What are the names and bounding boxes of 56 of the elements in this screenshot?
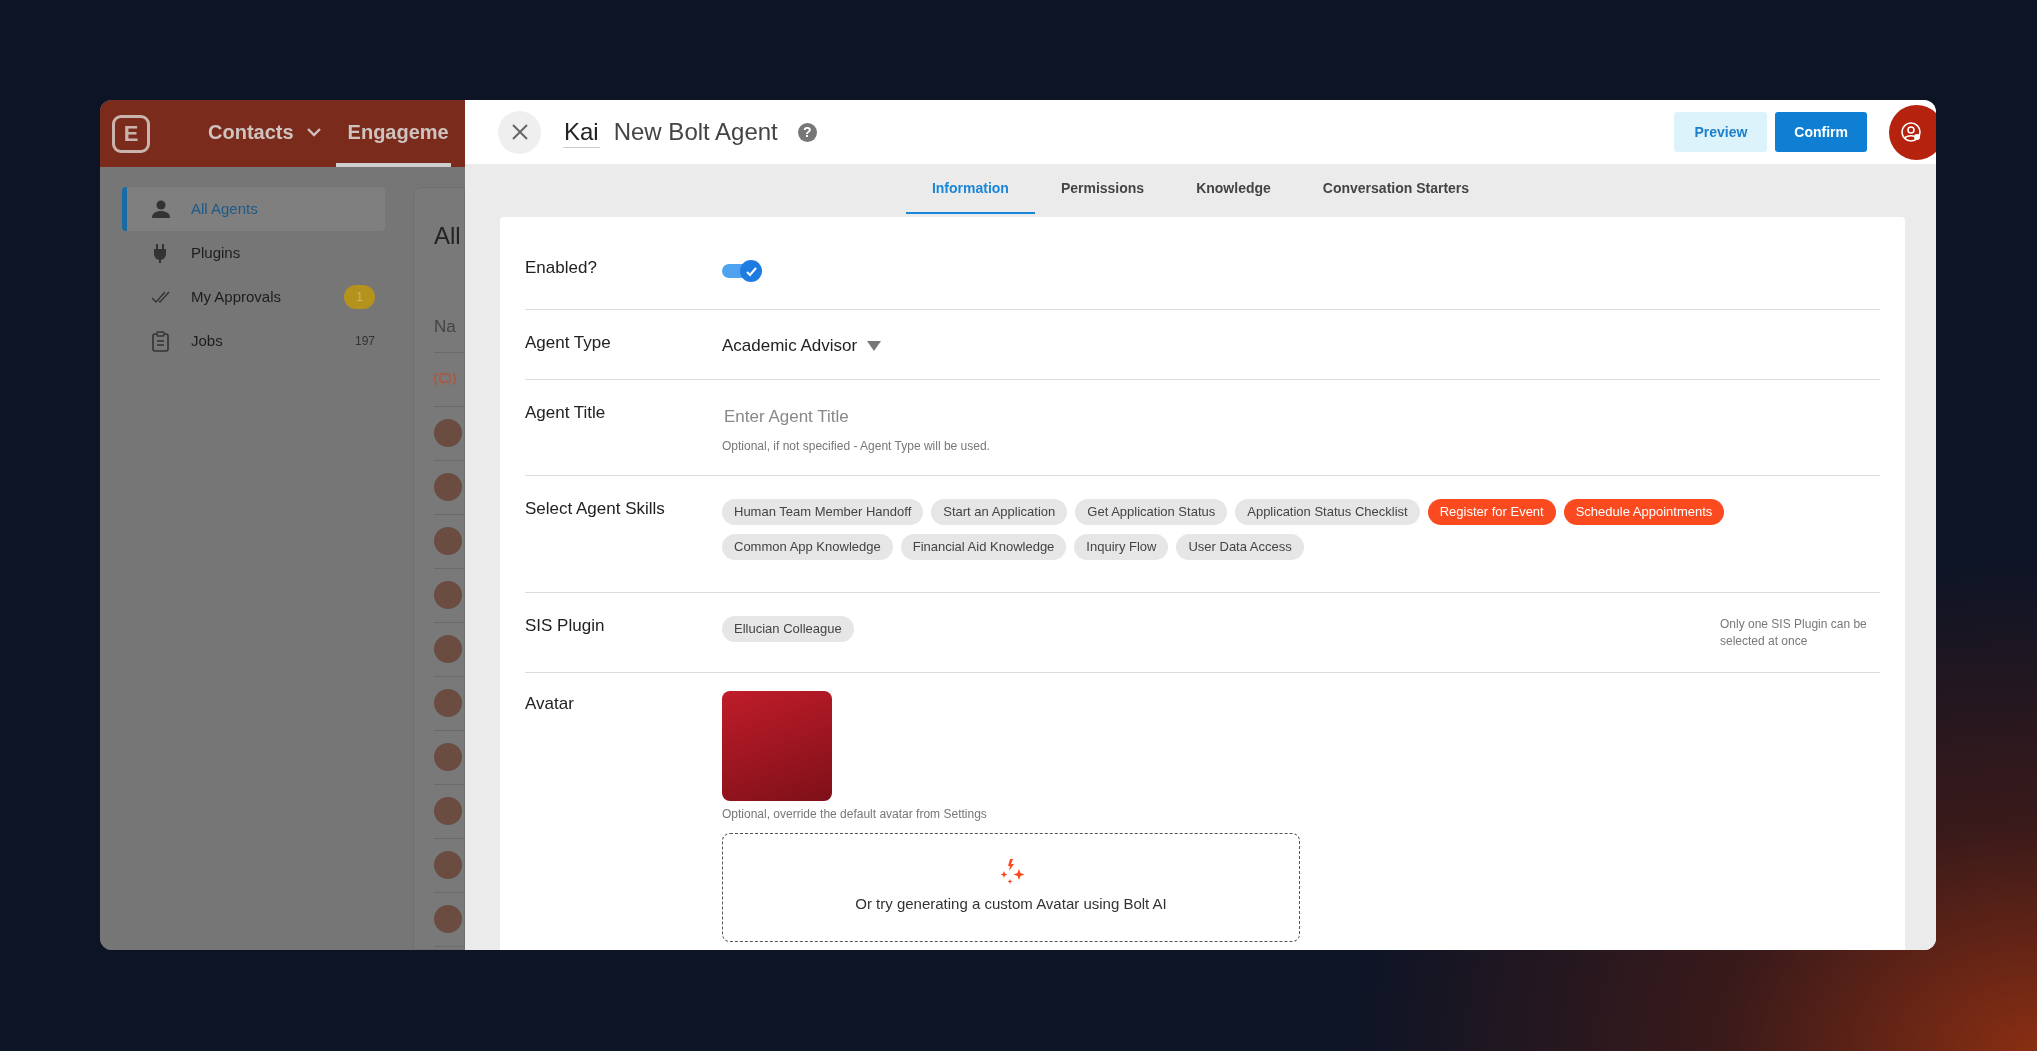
skill-chip[interactable]: Start an Application [931,499,1068,525]
avatar-placeholder [434,419,462,447]
tab[interactable]: Permissions [1034,164,1171,214]
user-gear-icon [1899,121,1922,143]
sidebar-item[interactable]: Jobs 197 [122,319,385,363]
field-note: Only one SIS Plugin can be selected at once [1720,616,1868,650]
field-hint: Optional, if not specified - Agent Type will be used. [722,438,991,455]
profile-button[interactable] [1889,104,1936,160]
toggle-switch[interactable] [722,260,762,282]
help-button[interactable]: ? [797,122,817,142]
skill-chip[interactable]: Common App Knowledge [722,534,893,560]
avatar-placeholder [434,797,462,825]
sidebar-item[interactable]: My Approvals 1 [122,275,385,319]
avatar-placeholder [434,527,462,555]
avatar-placeholder [434,581,462,609]
agent-type-dropdown[interactable]: Academic Advisor [722,333,882,359]
avatar-placeholder [434,689,462,717]
field-label: Agent Type [525,332,612,354]
skill-chip[interactable]: Ellucian Colleague [722,616,854,642]
tab[interactable]: Conversation Starters [1296,164,1496,214]
close-icon [510,123,529,141]
skill-chip[interactable]: Financial Aid Knowledge [900,534,1067,560]
field-label: Avatar [525,692,575,715]
person-icon [151,198,171,220]
agent-name-field[interactable]: Kai [563,116,600,148]
field-label: Enabled? [525,257,598,279]
skill-chip[interactable]: Get Application Status [1075,499,1228,525]
field-label: Select Agent Skills [525,498,666,520]
skill-chip[interactable]: User Data Access [1176,534,1304,560]
check-icon [744,265,758,277]
skill-chip[interactable]: Human Team Member Handoff [722,499,924,525]
generate-avatar-button[interactable]: Or try generating a custom Avatar using Bolt AI [722,832,1300,942]
caret-down-icon [867,340,882,351]
field-label: SIS Plugin [525,615,606,637]
sidebar-item[interactable]: Plugins [122,231,385,275]
count-badge: 1 [344,285,375,309]
close-button[interactable] [498,110,541,154]
field-hint: Optional, override the default avatar from Settings [722,805,988,823]
avatar-placeholder [434,635,462,663]
nav-tab[interactable]: Engageme [335,100,451,167]
field-label: Agent Title [525,401,607,424]
skill-chip[interactable]: Application Status Checklist [1235,499,1420,525]
avatar-placeholder [434,473,462,501]
preview-button[interactable]: Preview [1674,112,1768,152]
page-title: All [434,221,462,251]
confirm-button[interactable]: Confirm [1775,112,1867,152]
modal-title: New Bolt Agent [613,117,778,147]
avatar-placeholder [434,743,462,771]
clipboard-icon [151,330,171,352]
avatar-placeholder [434,851,462,879]
nav-tab[interactable]: Contacts [194,100,336,167]
avatar-placeholder [434,905,462,933]
tab[interactable]: Knowledge [1170,164,1297,214]
logo[interactable]: E [112,114,150,153]
item-count: 197 [354,333,375,350]
skill-chip[interactable]: Inquiry Flow [1074,534,1169,560]
